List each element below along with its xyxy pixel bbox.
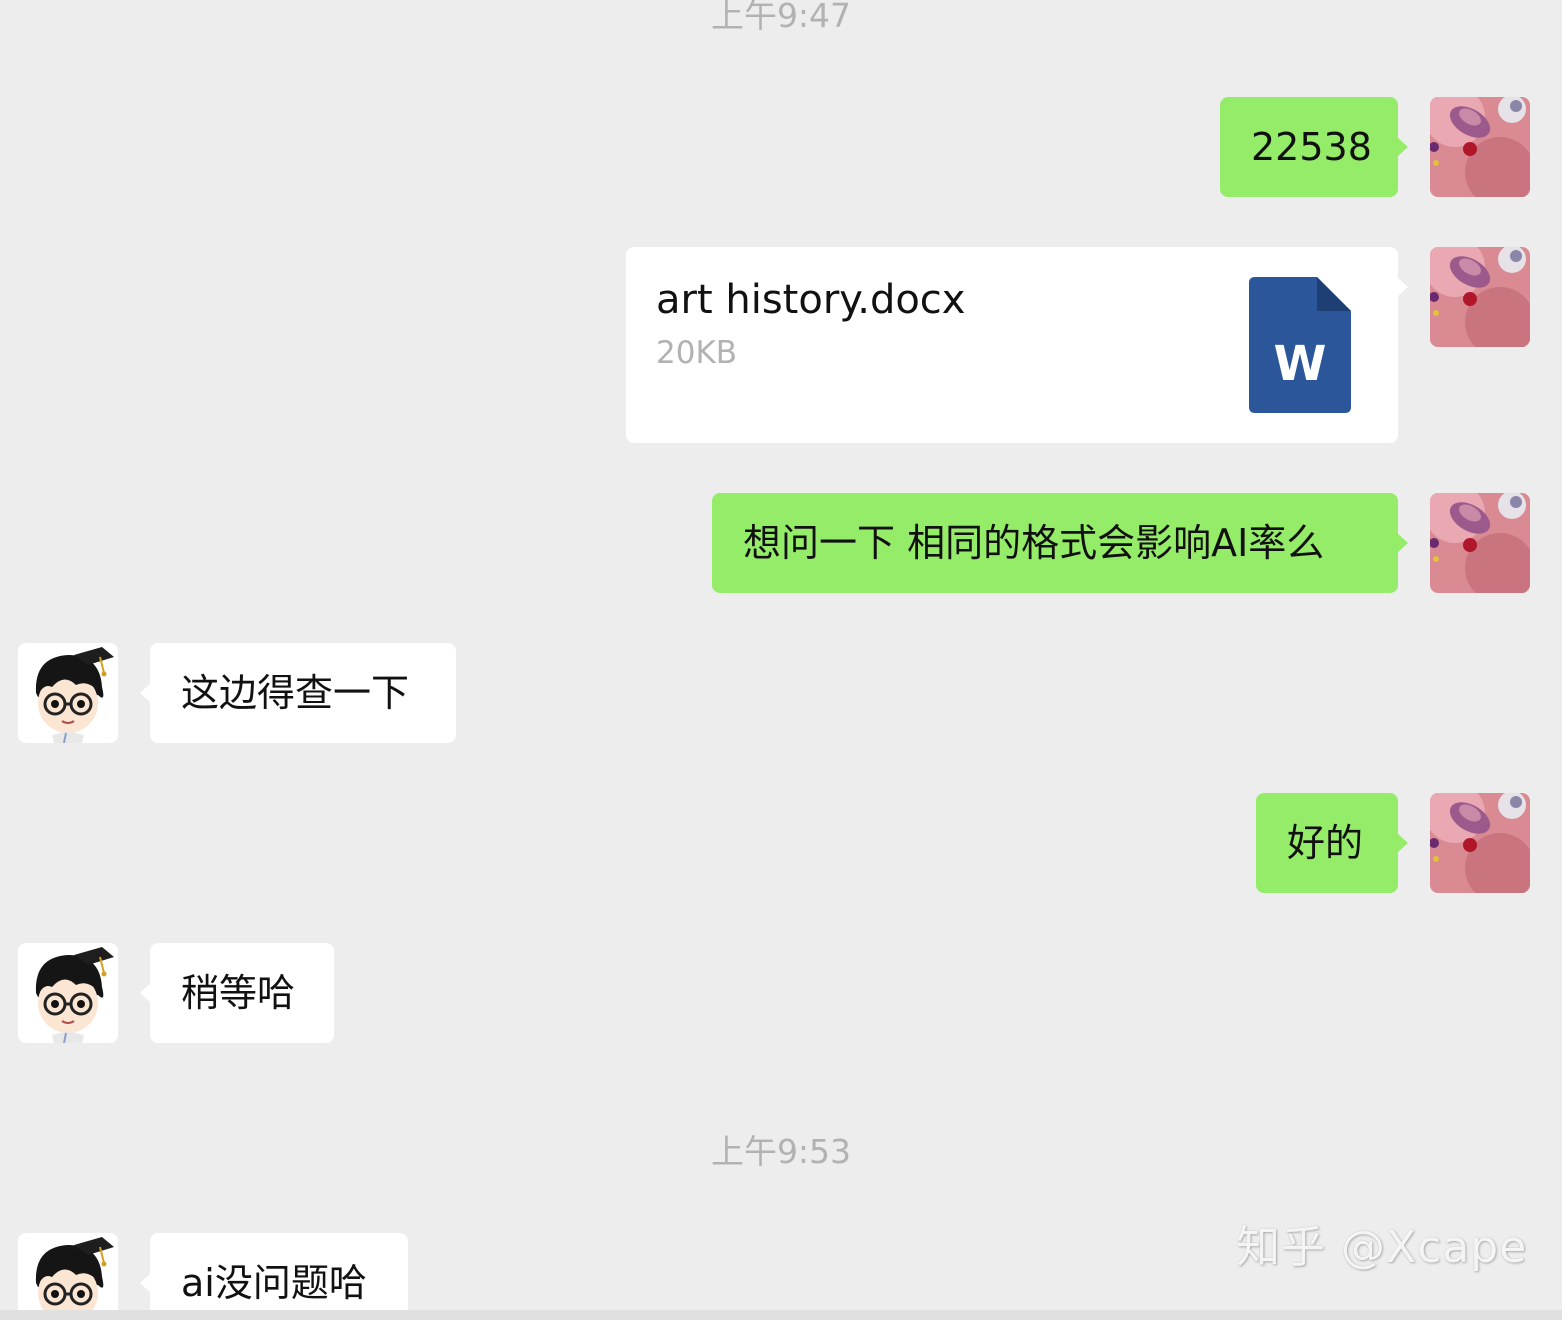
message-bubble-incoming[interactable]: 稍等哈 (140, 943, 334, 1043)
message-bubble-outgoing[interactable]: 想问一下 相同的格式会影响AI率么 (712, 493, 1408, 593)
file-size: 20KB (656, 335, 738, 371)
timestamp: 上午9:47 (710, 0, 852, 35)
my-avatar[interactable] (1430, 493, 1530, 593)
word-icon-letter: W (1274, 336, 1327, 392)
bottom-divider (0, 1310, 1562, 1320)
timestamp: 上午9:53 (710, 1132, 852, 1171)
my-avatar[interactable] (1430, 97, 1530, 197)
file-name: art history.docx (656, 277, 966, 323)
message-bubble-incoming[interactable]: ai没问题哈 (140, 1233, 408, 1310)
file-message-card[interactable]: art history.docx 20KB W (626, 247, 1408, 443)
contact-avatar[interactable] (18, 943, 118, 1043)
word-document-icon: W (1249, 277, 1351, 413)
contact-avatar[interactable] (18, 1233, 118, 1310)
contact-avatar[interactable] (18, 643, 118, 743)
message-bubble-incoming[interactable]: 这边得查一下 (140, 643, 456, 743)
watermark: 知乎 @Xcape (1236, 1222, 1528, 1273)
my-avatar[interactable] (1430, 247, 1530, 347)
message-bubble-outgoing[interactable]: 好的 (1256, 793, 1408, 893)
chat-conversation[interactable]: 上午9:47 22538 art history.docx 20KB W 想问一… (0, 0, 1562, 1310)
my-avatar[interactable] (1430, 793, 1530, 893)
message-bubble-outgoing[interactable]: 22538 (1220, 97, 1408, 197)
